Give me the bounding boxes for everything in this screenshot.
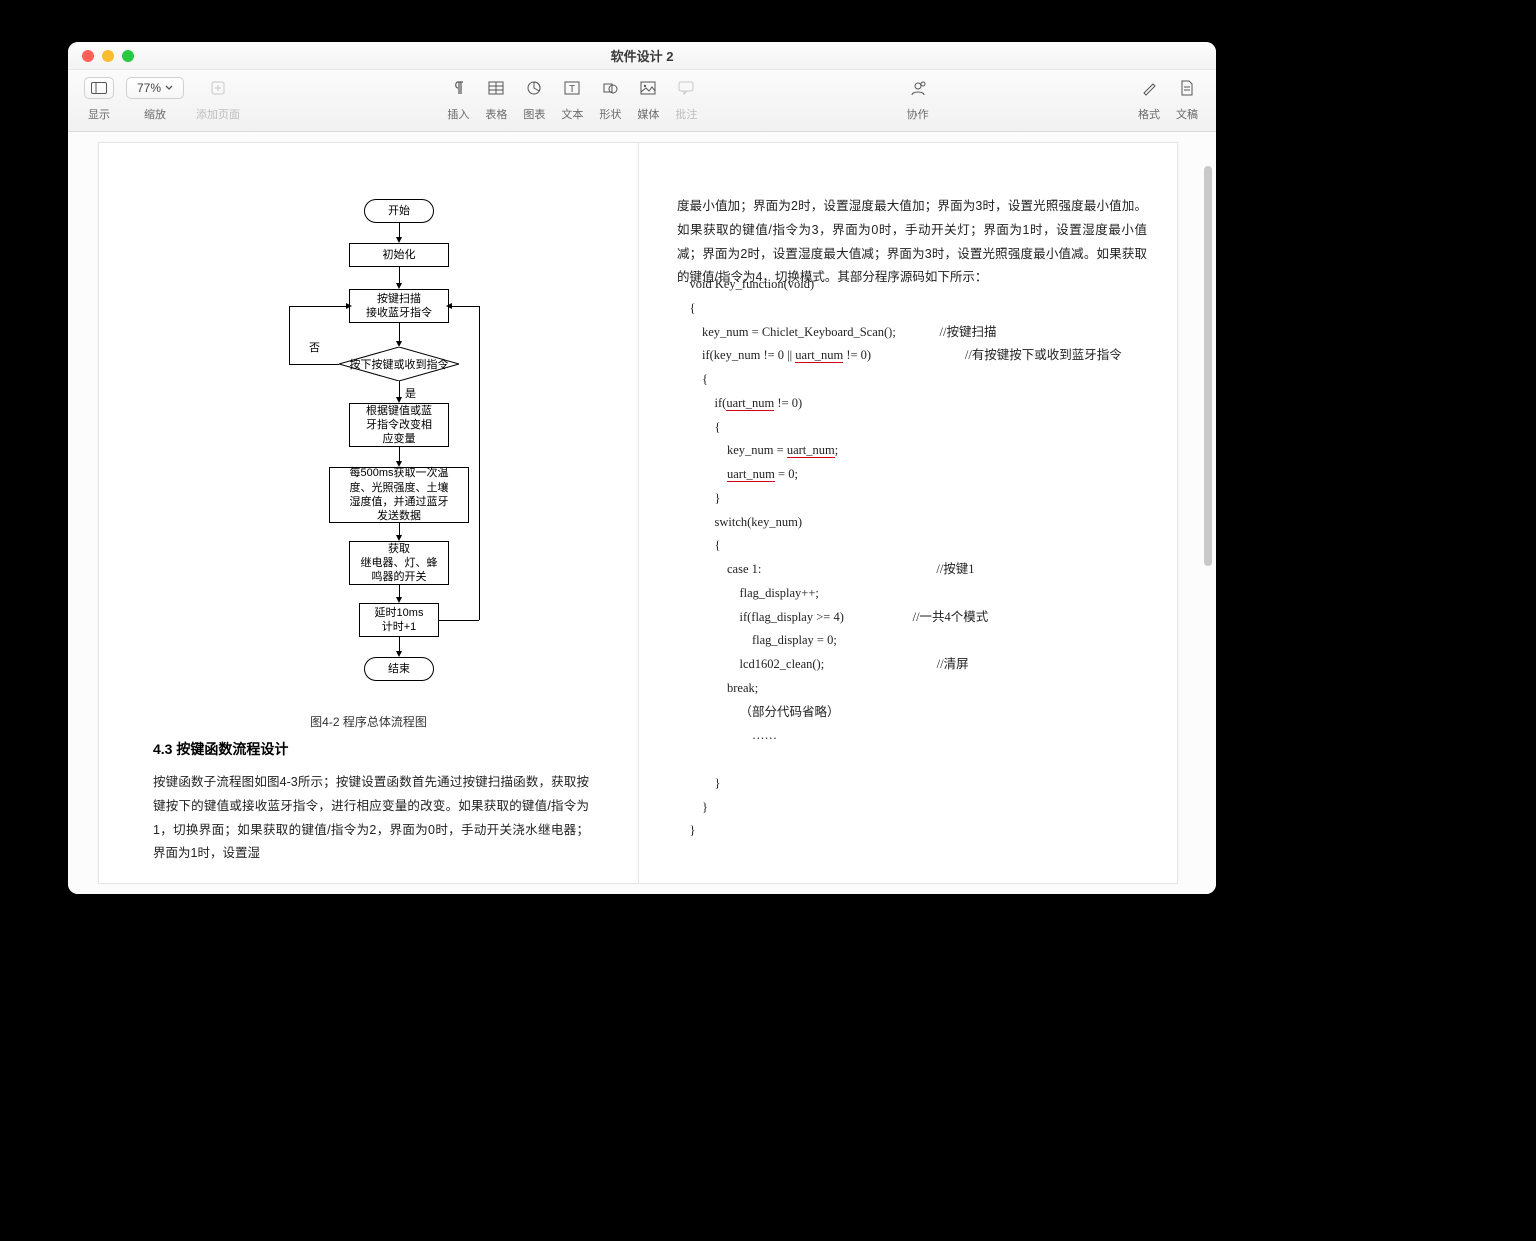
collab-label: 协作 [907,106,929,122]
paragraph: 按键函数子流程图如图4-3所示；按键设置函数首先通过按键扫描函数，获取按键按下的… [153,771,589,866]
flow-arrow [289,364,339,365]
figure-caption: 图4-2 程序总体流程图 [99,713,638,730]
media-group: 媒体 [635,74,661,122]
scrollbar-thumb[interactable] [1204,166,1212,566]
flow-decision-text: 按下按键或收到指令 [339,356,459,372]
flow-arrow [289,306,349,307]
page-right[interactable]: 度最小值加；界面为2时，设置湿度最大值加；界面为3时，设置光照强度最小值加。如果… [638,142,1178,884]
flow-b5: 获取 继电器、灯、蜂 鸣器的开关 [349,541,449,585]
svg-text:T: T [569,84,575,95]
collab-button[interactable] [905,77,931,99]
flow-b3: 根据键值或蓝 牙指令改变相 应变量 [349,403,449,447]
zoom-dropdown[interactable]: 77% [126,77,184,99]
textbox-icon: T [564,81,580,95]
zoom-group: 77% 缩放 [126,74,184,122]
format-group: 格式 [1136,74,1162,122]
insert-group: 插入 [445,74,471,122]
add-page-group: 添加页面 [196,74,240,122]
flow-b4: 每500ms获取一次温 度、光照强度、土壤 湿度值，并通过蓝牙 发送数据 [329,467,469,523]
page-left[interactable]: 开始 初始化 按键扫描 接收蓝牙指令 按下按键或收到指令 否 [98,142,638,884]
pie-icon [526,80,542,96]
document-button[interactable] [1174,77,1200,99]
document-label: 文稿 [1176,106,1198,122]
chart-group: 图表 [521,74,547,122]
view-button[interactable] [84,77,114,99]
flow-b6: 延时10ms 计时+1 [359,603,439,637]
flow-arrow [449,306,479,307]
comment-label: 批注 [675,106,697,122]
insert-label: 插入 [447,106,469,122]
media-label: 媒体 [637,106,659,122]
section-title: 4.3 按键函数流程设计 [153,739,288,759]
maximize-icon[interactable] [122,50,134,62]
zoom-label: 缩放 [144,106,166,122]
text-group: T 文本 [559,74,585,122]
comment-group: 批注 [673,74,699,122]
flow-label-no: 否 [309,339,320,355]
chart-label: 图表 [523,106,545,122]
window-controls [82,50,134,62]
flow-arrow [479,306,480,620]
flow-start: 开始 [364,199,434,223]
flow-init: 初始化 [349,243,449,267]
brush-icon [1141,80,1157,96]
table-group: 表格 [483,74,509,122]
shape-label: 形状 [599,106,621,122]
flow-decision: 按下按键或收到指令 [339,347,459,381]
shape-icon [602,81,618,95]
collab-icon [909,80,927,96]
document-group: 文稿 [1174,74,1200,122]
format-button[interactable] [1136,77,1162,99]
table-button[interactable] [483,77,509,99]
flow-arrow [289,306,290,364]
chevron-down-icon [165,85,173,91]
flow-arrowhead [346,303,352,309]
comment-icon [678,81,694,95]
page-spread: 开始 初始化 按键扫描 接收蓝牙指令 按下按键或收到指令 否 [68,132,1216,894]
table-icon [488,81,504,95]
view-label: 显示 [88,106,110,122]
window-title: 软件设计 2 [68,46,1216,65]
scrollbar[interactable] [1204,146,1212,880]
text-button[interactable]: T [559,77,585,99]
add-page-label: 添加页面 [196,106,240,122]
text-label: 文本 [561,106,583,122]
shape-group: 形状 [597,74,623,122]
table-label: 表格 [485,106,507,122]
flow-label-yes: 是 [405,385,416,401]
flow-scan: 按键扫描 接收蓝牙指令 [349,289,449,323]
titlebar: 软件设计 2 [68,42,1216,70]
flow-arrow [439,620,479,621]
flow-end: 结束 [364,657,434,681]
document-icon [1180,80,1194,96]
view-group: 显示 [84,74,114,122]
content-area: 开始 初始化 按键扫描 接收蓝牙指令 按下按键或收到指令 否 [68,132,1216,894]
paragraph-icon [451,80,465,96]
shape-button[interactable] [597,77,623,99]
media-button[interactable] [635,77,661,99]
image-icon [640,81,656,95]
flowchart: 开始 初始化 按键扫描 接收蓝牙指令 按下按键或收到指令 否 [269,199,529,739]
code-block: void Key_function(void) { key_num = Chic… [677,273,1147,843]
toolbar: 显示 77% 缩放 添加页面 插入 [68,70,1216,132]
flow-arrowhead [446,303,452,309]
chart-button[interactable] [521,77,547,99]
format-label: 格式 [1138,106,1160,122]
add-page-button [205,77,231,99]
collab-group: 协作 [905,74,931,122]
app-window: 软件设计 2 显示 77% 缩放 [68,42,1216,894]
sidebar-icon [91,82,107,94]
insert-button[interactable] [445,77,471,99]
comment-button [673,77,699,99]
zoom-value: 77% [137,81,161,95]
plus-icon [210,80,226,96]
minimize-icon[interactable] [102,50,114,62]
flow-arrow [399,323,400,343]
close-icon[interactable] [82,50,94,62]
